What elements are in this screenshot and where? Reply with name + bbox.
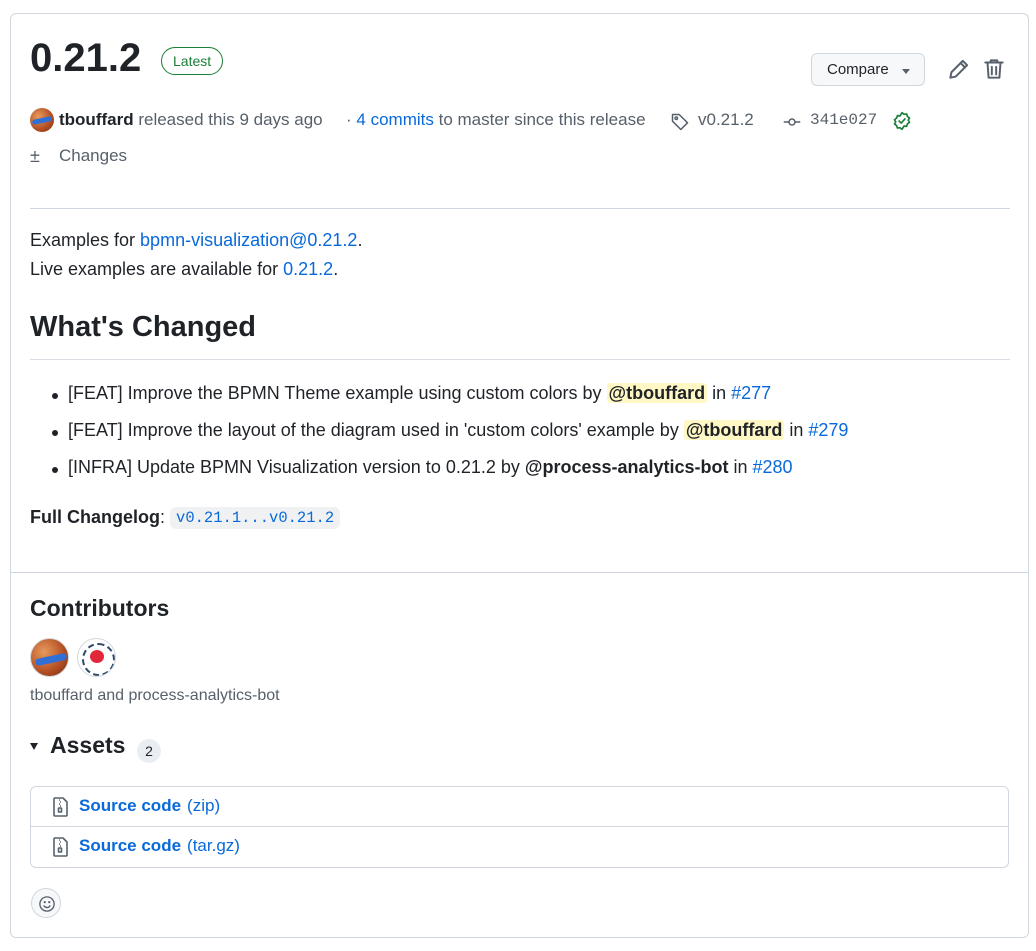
smiley-icon [39,896,55,912]
avatar[interactable] [30,108,54,132]
author-link[interactable]: tbouffard [59,110,134,129]
assets-count-badge: 2 [137,739,161,763]
verified-check-icon[interactable] [892,111,912,131]
compare-button[interactable]: Compare [811,53,925,86]
divider [11,572,1028,573]
pr-link[interactable]: #280 [753,457,793,477]
release-body-paragraph: Examples for bpmn-visualization@0.21.2. [30,230,362,251]
delete-release-button[interactable] [981,56,1007,82]
release-title[interactable]: 0.21.2 [30,36,141,81]
compare-label: Compare [827,61,889,78]
text: Live examples are available for [30,259,284,279]
change-text: [FEAT] Improve the BPMN Theme example us… [68,383,607,403]
asset-name[interactable]: Source code [79,836,181,855]
full-changelog-label: Full Changelog [30,507,160,527]
trash-icon [984,59,1004,79]
chevron-down-icon [902,69,910,74]
changes-list: [FEAT] Improve the BPMN Theme example us… [30,383,848,494]
commits-suffix: to master since this release [438,110,646,129]
text: in [707,383,732,403]
asset-row[interactable]: Source code (zip) [31,787,1008,827]
assets-heading: Assets [50,732,126,758]
edit-release-button[interactable] [946,56,972,82]
pr-link[interactable]: #279 [808,420,848,440]
tag-icon [671,113,689,131]
package-link[interactable]: bpmn-visualization@0.21.2 [140,230,357,250]
avatar[interactable] [77,638,116,677]
commits-link[interactable]: 4 commits [356,110,433,129]
asset-row[interactable]: Source code (tar.gz) [31,827,1008,867]
latest-badge: Latest [161,47,224,75]
changes-label: Changes [59,146,128,165]
caret-down-icon [30,743,38,750]
pr-link[interactable]: #277 [731,383,771,403]
asset-ext[interactable]: (tar.gz) [187,836,240,855]
asset-ext[interactable]: (zip) [187,796,220,815]
assets-list: Source code (zip) Source code (tar.gz) [30,786,1009,868]
commit-sha: 341e027 [810,111,878,129]
release-author-line: tbouffard released this 9 days ago [59,110,323,130]
text: : [160,507,171,527]
mention-link[interactable]: @tbouffard [606,383,708,403]
divider [30,208,1010,209]
full-changelog: Full Changelog: v0.21.1...v0.21.2 [30,507,341,529]
list-item: [FEAT] Improve the BPMN Theme example us… [30,383,848,420]
change-text: [INFRA] Update BPMN Visualization versio… [68,457,525,477]
contributors-heading: Contributors [30,595,170,621]
separator-dot: · [346,110,352,129]
mention-link[interactable]: @tbouffard [683,420,785,440]
divider [30,359,1010,360]
add-reaction-button[interactable] [31,888,61,918]
whats-changed-heading: What's Changed [30,311,257,343]
file-zip-icon [53,837,68,857]
git-commit-icon [783,118,801,126]
text: in [784,420,809,440]
list-item: [FEAT] Improve the layout of the diagram… [30,420,848,457]
avatar[interactable] [30,638,69,677]
change-text: [FEAT] Improve the layout of the diagram… [68,420,684,440]
contributors-names: tbouffard and process-analytics-bot [30,687,280,704]
tag-name: v0.21.2 [698,110,754,129]
text: Examples for [30,230,141,250]
release-body-paragraph: Live examples are available for 0.21.2. [30,259,338,280]
text: . [357,230,363,250]
text: . [333,259,339,279]
diff-icon: ± [30,146,40,166]
release-card: 0.21.2 Latest Compare tbouffard released… [10,13,1029,938]
released-text: released this 9 days ago [138,110,323,129]
changelog-compare-link[interactable]: v0.21.1...v0.21.2 [170,507,341,529]
text: in [728,457,753,477]
pencil-icon [949,59,969,79]
live-examples-link[interactable]: 0.21.2 [283,259,333,279]
mention-link[interactable]: @process-analytics-bot [525,457,729,477]
asset-name[interactable]: Source code [79,796,181,815]
list-item: [INFRA] Update BPMN Visualization versio… [30,457,848,494]
commits-since-release: · 4 commits to master since this release [346,110,646,130]
file-zip-icon [53,797,68,817]
